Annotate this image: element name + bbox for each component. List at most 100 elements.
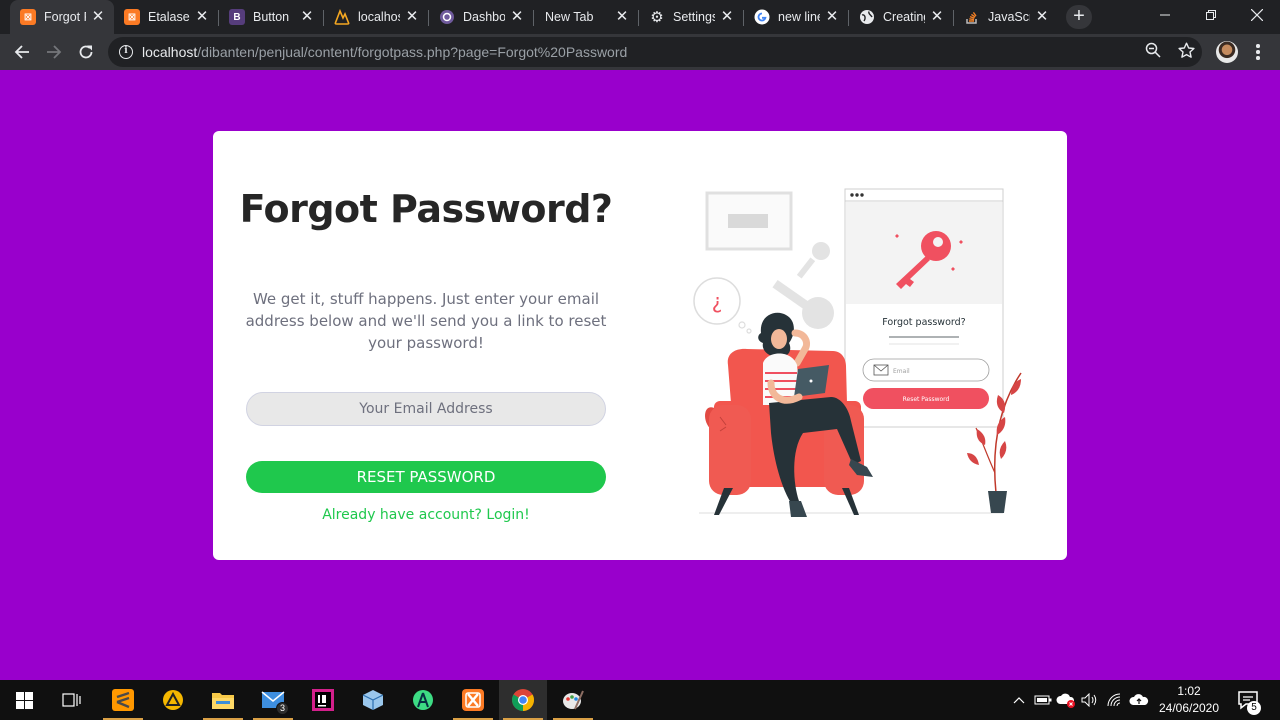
tab-forgot-password[interactable]: ⊠ Forgot P ✕ (10, 0, 114, 34)
zoom-button[interactable] (1144, 41, 1162, 59)
svg-text:Forgot password?: Forgot password? (882, 317, 965, 328)
close-icon[interactable]: ✕ (824, 9, 840, 25)
forgot-password-card: Forgot Password? We get it, stuff happen… (213, 131, 1067, 560)
wifi-icon (1107, 693, 1121, 707)
notification-badge: 5 (1247, 701, 1261, 715)
cloud-sync-button[interactable] (1128, 680, 1150, 720)
chevron-up-icon (1013, 697, 1025, 704)
clock-time: 1:02 (1177, 684, 1201, 698)
reset-password-button[interactable]: RESET PASSWORD (246, 461, 606, 493)
taskbar-mail[interactable]: 3 (249, 680, 297, 720)
forgot-password-illustration: ¿ Forgot password? Email Reset Password (693, 188, 1022, 517)
close-window-button[interactable] (1234, 0, 1280, 30)
minimize-icon (1160, 14, 1170, 16)
close-icon[interactable]: ✕ (614, 9, 630, 25)
tab-settings[interactable]: ⚙ Settings ✕ (639, 0, 743, 34)
tab-creating[interactable]: Creating ✕ (849, 0, 953, 34)
taskbar-xampp[interactable] (449, 680, 497, 720)
chrome-icon (512, 689, 534, 711)
google-icon (754, 9, 770, 25)
tab-etalase[interactable]: ⊠ Etalase ✕ (114, 0, 218, 34)
taskbar-chrome[interactable] (499, 680, 547, 720)
menu-button[interactable] (1248, 42, 1268, 62)
forward-button[interactable] (40, 38, 68, 66)
page-viewport: Forgot Password? We get it, stuff happen… (0, 70, 1280, 680)
start-button[interactable] (0, 680, 48, 720)
taskbar-sublime-text[interactable] (99, 680, 147, 720)
page-title: Forgot Password? (239, 187, 613, 231)
picture-frame (705, 191, 793, 251)
tab-new-tab[interactable]: New Tab ✕ (534, 0, 638, 34)
zoom-icon (1145, 42, 1161, 58)
page-subtitle: We get it, stuff happens. Just enter you… (245, 290, 607, 352)
cloud-error-icon (1056, 693, 1075, 708)
show-hidden-icons-button[interactable] (1010, 680, 1028, 720)
bookmark-button[interactable] (1177, 41, 1195, 59)
task-view-button[interactable] (48, 680, 96, 720)
taskbar-clock[interactable]: 1:02 24/06/2020 (1148, 683, 1230, 717)
taskbar-app-triangle[interactable] (149, 680, 197, 720)
address-bar[interactable]: i localhost/dibanten/penjual/content/for… (108, 37, 1202, 67)
restore-icon (1206, 10, 1216, 20)
battery-button[interactable] (1032, 680, 1054, 720)
paint-icon (563, 690, 584, 710)
reload-button[interactable] (72, 38, 100, 66)
virtualbox-icon (362, 690, 384, 710)
onedrive-error-button[interactable] (1055, 680, 1077, 720)
taskbar-jetbrains[interactable] (299, 680, 347, 720)
task-view-icon (62, 693, 81, 707)
tab-button[interactable]: B Button ✕ (219, 0, 323, 34)
tab-strip: ⊠ Forgot P ✕ ⊠ Etalase ✕ B Button ✕ loca… (0, 0, 1280, 34)
reset-panel-mockup: Forgot password? Email Reset Password (844, 188, 1004, 428)
profile-avatar[interactable] (1216, 41, 1238, 63)
stackoverflow-icon (964, 9, 980, 25)
sublime-text-icon (112, 689, 134, 711)
mail-badge: 3 (276, 702, 289, 715)
close-icon[interactable]: ✕ (404, 9, 420, 25)
cloud-upload-icon (1129, 694, 1149, 705)
back-arrow-icon (14, 45, 29, 59)
clock-date: 24/06/2020 (1158, 701, 1220, 715)
globe-icon (859, 9, 875, 25)
gear-icon: ⚙ (650, 9, 664, 25)
app-triangle-icon (163, 690, 183, 710)
new-tab-button[interactable]: + (1066, 5, 1092, 29)
thought-bubble: ¿ (693, 277, 752, 334)
taskbar-virtualbox[interactable] (349, 680, 397, 720)
close-icon[interactable]: ✕ (299, 9, 315, 25)
taskbar-file-explorer[interactable] (199, 680, 247, 720)
network-button[interactable] (1104, 680, 1126, 720)
tab-dashboard[interactable]: Dashboard ✕ (429, 0, 533, 34)
taskbar-android-studio[interactable] (399, 680, 447, 720)
bootstrap-icon: B (229, 9, 245, 25)
windows-start-icon (15, 691, 33, 709)
xampp-icon: ⊠ (124, 9, 140, 25)
android-studio-icon (413, 690, 433, 710)
browser-toolbar: i localhost/dibanten/penjual/content/for… (0, 34, 1280, 70)
php-icon (439, 9, 455, 25)
close-icon[interactable]: ✕ (1034, 9, 1050, 25)
back-button[interactable] (8, 38, 36, 66)
xampp-icon: ⊠ (20, 9, 36, 25)
tab-javascript[interactable]: JavaScript ✕ (954, 0, 1058, 34)
volume-button[interactable] (1079, 680, 1101, 720)
close-icon[interactable]: ✕ (90, 9, 106, 25)
close-icon[interactable]: ✕ (929, 9, 945, 25)
windows-taskbar: 3 1:02 24/06/2020 5 (0, 680, 1280, 720)
speaker-icon (1081, 693, 1097, 707)
close-icon[interactable]: ✕ (194, 9, 210, 25)
forward-arrow-icon (47, 45, 62, 59)
taskbar-paint[interactable] (549, 680, 597, 720)
login-link[interactable]: Already have account? Login! (213, 507, 639, 523)
tab-new-line[interactable]: new line ✕ (744, 0, 848, 34)
close-icon[interactable]: ✕ (509, 9, 525, 25)
reload-icon (79, 45, 93, 59)
jetbrains-icon (312, 689, 334, 711)
minimize-button[interactable] (1142, 0, 1188, 30)
restore-button[interactable] (1188, 0, 1234, 30)
email-input[interactable] (246, 392, 606, 426)
svg-text:Reset Password: Reset Password (903, 396, 950, 403)
info-icon[interactable]: i (119, 45, 133, 59)
tab-localhost[interactable]: localhost ✕ (324, 0, 428, 34)
close-icon[interactable]: ✕ (719, 9, 735, 25)
